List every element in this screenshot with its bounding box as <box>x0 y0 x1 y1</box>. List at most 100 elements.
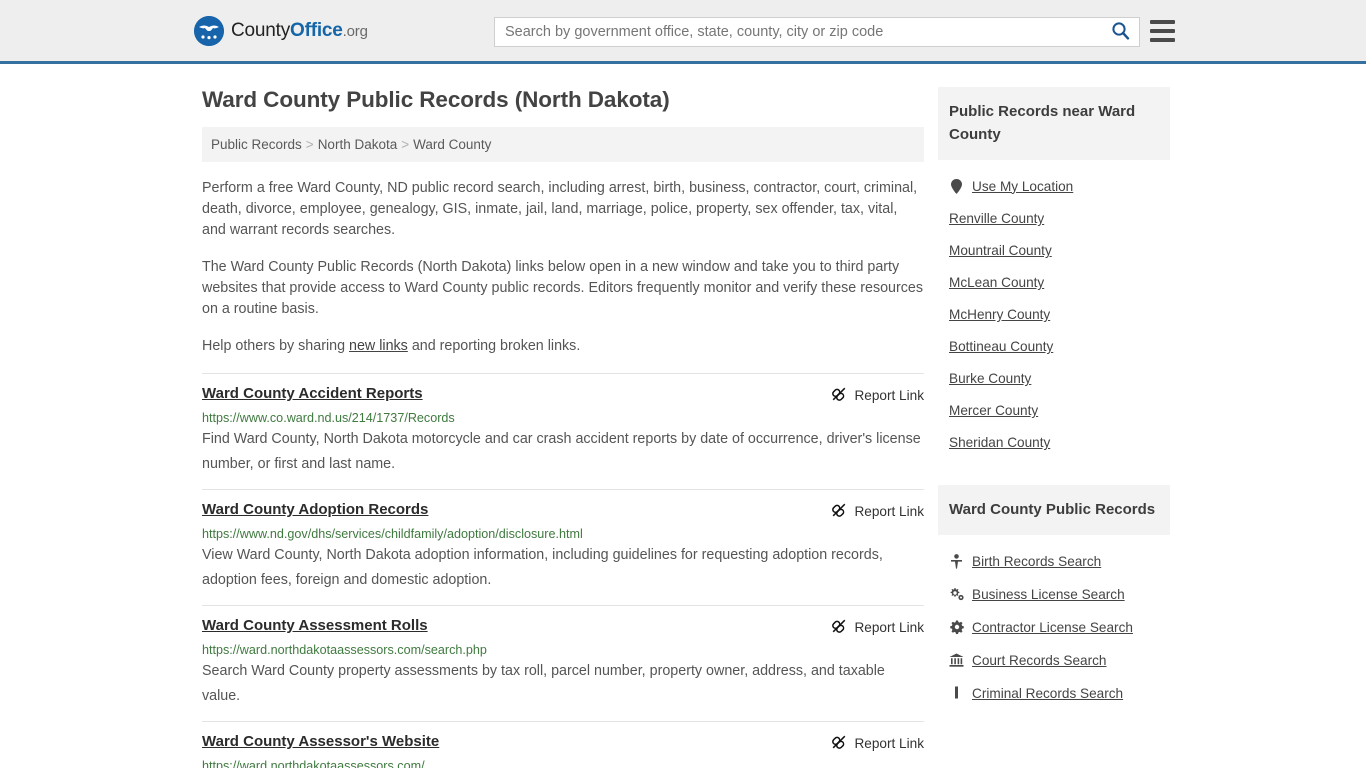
record-description: Find Ward County, North Dakota motorcycl… <box>202 431 921 472</box>
logo-text-office: Office <box>290 19 343 41</box>
intro-paragraph-3: Help others by sharing new links and rep… <box>202 336 924 357</box>
record-description: View Ward County, North Dakota adoption … <box>202 547 883 588</box>
sidebar-item-birth-records-search[interactable]: Birth Records Search <box>949 545 1170 578</box>
page-body: Ward County Public Records (North Dakota… <box>0 64 1366 768</box>
hamburger-bar-1 <box>1150 20 1175 24</box>
location-pin-icon <box>949 178 964 194</box>
sidebar-item-mclean-county[interactable]: McLean County <box>949 267 1170 299</box>
cog-icon <box>949 619 964 635</box>
breadcrumb-separator: > <box>305 137 314 152</box>
record-item: Ward County Assessor's Website Report Li… <box>202 721 924 768</box>
record-title-link[interactable]: Ward County Adoption Records <box>202 501 428 518</box>
logo-text-org: .org <box>342 22 368 40</box>
broken-link-icon <box>831 386 847 405</box>
record-header: Ward County Accident Reports Report Link <box>202 385 924 405</box>
record-title-link[interactable]: Ward County Assessment Rolls <box>202 617 428 634</box>
sidebar-item-contractor-license-search[interactable]: Contractor License Search <box>949 611 1170 644</box>
record-title-link[interactable]: Ward County Accident Reports <box>202 385 423 402</box>
report-link-button[interactable]: Report Link <box>831 501 924 521</box>
page-title: Ward County Public Records (North Dakota… <box>202 87 670 112</box>
share-text-before: Help others by sharing <box>202 338 350 354</box>
logo-text-county: County <box>231 19 291 41</box>
intro-paragraph-2: The Ward County Public Records (North Da… <box>202 259 924 317</box>
main-column: Ward County Public Records (North Dakota… <box>202 87 924 768</box>
site-logo-text: CountyOffice.org <box>231 20 368 42</box>
record-header: Ward County Adoption Records Report Link <box>202 501 924 521</box>
site-header: CountyOffice.org <box>0 0 1366 64</box>
sidebar-link-label[interactable]: Contractor License Search <box>972 620 1133 635</box>
intro-paragraph-1: Perform a free Ward County, ND public re… <box>202 180 918 238</box>
report-link-button[interactable]: Report Link <box>831 733 924 753</box>
search-input[interactable] <box>495 18 1101 46</box>
record-item: Ward County Accident Reports Report Link… <box>202 373 924 489</box>
sidebar-divider <box>938 465 1170 485</box>
broken-link-icon <box>831 734 847 753</box>
breadcrumb-item-ward-county[interactable]: Ward County <box>413 137 491 152</box>
report-link-button[interactable]: Report Link <box>831 385 924 405</box>
record-url: https://ward.northdakotaassessors.com/ <box>202 759 425 768</box>
sidebar-item-business-license-search[interactable]: Business License Search <box>949 578 1170 611</box>
search-bar[interactable] <box>494 17 1140 47</box>
report-link-button[interactable]: Report Link <box>831 617 924 637</box>
report-link-label: Report Link <box>854 504 924 519</box>
record-description: Search Ward County property assessments … <box>202 663 885 704</box>
sidebar-item-renville-county[interactable]: Renville County <box>949 203 1170 235</box>
report-link-label: Report Link <box>854 388 924 403</box>
report-link-label: Report Link <box>854 620 924 635</box>
sidebar-records-title: Ward County Public Records <box>938 485 1170 535</box>
hamburger-menu-icon[interactable] <box>1150 20 1175 42</box>
bank-icon <box>949 652 964 668</box>
sidebar-link-label[interactable]: Bottineau County <box>949 339 1053 354</box>
record-url: https://www.co.ward.nd.us/214/1737/Recor… <box>202 411 455 425</box>
sidebar-link-label[interactable]: Sheridan County <box>949 435 1050 450</box>
sidebar-item-use-my-location[interactable]: Use My Location <box>949 170 1170 203</box>
sidebar-link-label[interactable]: Mountrail County <box>949 243 1052 258</box>
sidebar-link-label[interactable]: McLean County <box>949 275 1044 290</box>
record-url: https://ward.northdakotaassessors.com/se… <box>202 643 487 657</box>
sidebar-link-label[interactable]: Renville County <box>949 211 1044 226</box>
search-icon <box>1111 21 1130 43</box>
record-header: Ward County Assessor's Website Report Li… <box>202 733 924 753</box>
sidebar: Public Records near Ward County Use My L… <box>938 87 1170 768</box>
sidebar-link-label[interactable]: Birth Records Search <box>972 554 1101 569</box>
sidebar-link-label[interactable]: Use My Location <box>972 179 1073 194</box>
breadcrumb-item-north-dakota[interactable]: North Dakota <box>318 137 398 152</box>
breadcrumb-item-public-records[interactable]: Public Records <box>211 137 302 152</box>
site-logo[interactable]: CountyOffice.org <box>194 15 368 46</box>
sidebar-item-court-records-search[interactable]: Court Records Search <box>949 644 1170 677</box>
sidebar-item-mchenry-county[interactable]: McHenry County <box>949 299 1170 331</box>
sidebar-link-label[interactable]: Burke County <box>949 371 1031 386</box>
hamburger-bar-2 <box>1150 29 1175 33</box>
broken-link-icon <box>831 618 847 637</box>
sidebar-link-label[interactable]: Mercer County <box>949 403 1038 418</box>
baby-icon <box>949 553 964 569</box>
sidebar-item-mercer-county[interactable]: Mercer County <box>949 395 1170 427</box>
sidebar-records-list: Birth Records Search Business License Se… <box>938 535 1170 716</box>
record-url: https://www.nd.gov/dhs/services/childfam… <box>202 527 583 541</box>
sidebar-item-sheridan-county[interactable]: Sheridan County <box>949 427 1170 459</box>
sidebar-item-bottineau-county[interactable]: Bottineau County <box>949 331 1170 363</box>
record-title-link[interactable]: Ward County Assessor's Website <box>202 733 439 750</box>
hamburger-bar-3 <box>1150 38 1175 42</box>
sidebar-link-label[interactable]: Business License Search <box>972 587 1125 602</box>
search-button[interactable] <box>1101 18 1139 46</box>
broken-link-icon <box>831 502 847 521</box>
sidebar-item-burke-county[interactable]: Burke County <box>949 363 1170 395</box>
record-item: Ward County Assessment Rolls Report Link… <box>202 605 924 721</box>
record-header: Ward County Assessment Rolls Report Link <box>202 617 924 637</box>
breadcrumb-separator: > <box>401 137 410 152</box>
sidebar-link-label[interactable]: Court Records Search <box>972 653 1106 668</box>
new-links-link[interactable]: new links <box>349 338 408 354</box>
sidebar-link-label[interactable]: Criminal Records Search <box>972 686 1123 701</box>
gavel-icon <box>949 685 964 701</box>
sidebar-item-criminal-records-search[interactable]: Criminal Records Search <box>949 677 1170 710</box>
report-link-label: Report Link <box>854 736 924 751</box>
sidebar-nearby-title: Public Records near Ward County <box>938 87 1170 160</box>
eagle-seal-icon <box>194 15 224 46</box>
share-text-after: and reporting broken links. <box>407 338 581 354</box>
breadcrumb: Public Records > North Dakota > Ward County <box>202 127 924 162</box>
cogs-icon <box>949 586 964 602</box>
record-item: Ward County Adoption Records Report Link… <box>202 489 924 605</box>
sidebar-item-mountrail-county[interactable]: Mountrail County <box>949 235 1170 267</box>
sidebar-link-label[interactable]: McHenry County <box>949 307 1050 322</box>
